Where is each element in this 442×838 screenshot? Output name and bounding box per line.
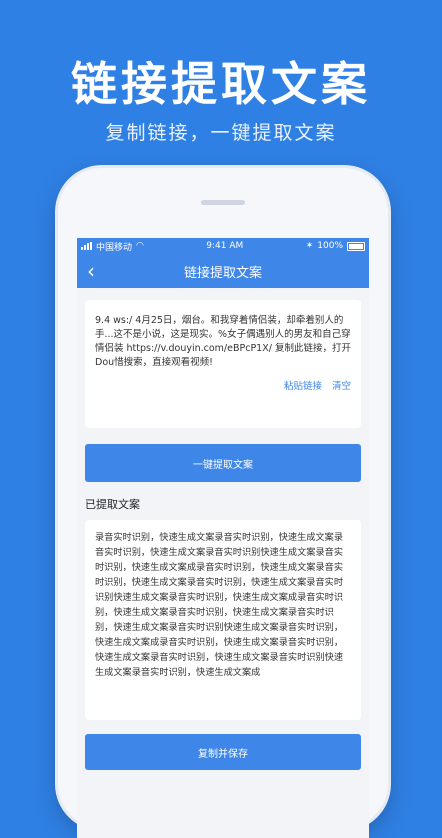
promo-title: 链接提取文案 [71, 57, 371, 111]
app-screen: 中国移动 ◠ 9:41 AM ✶ 100% ‹ 链接提取文案 9.4 ws:/ … [77, 238, 369, 838]
extract-button[interactable]: 一键提取文案 [85, 444, 361, 482]
wifi-icon: ◠ [136, 241, 144, 251]
link-input-card[interactable]: 9.4 ws:/ 4月25日，烟台。和我穿着情侣装，却牵着别人的手...这不是小… [85, 300, 361, 428]
phone-frame: 中国移动 ◠ 9:41 AM ✶ 100% ‹ 链接提取文案 9.4 ws:/ … [58, 168, 388, 838]
result-text: 录音实时识别，快速生成文案录音实时识别，快速生成文案录音实时识别，快速生成文案录… [95, 532, 344, 678]
nav-title: 链接提取文案 [183, 265, 262, 281]
promo-subtitle: 复制链接，一键提取文案 [105, 122, 337, 144]
phone-speaker [201, 200, 245, 205]
copy-save-button[interactable]: 复制并保存 [85, 734, 361, 770]
clear-button[interactable]: 清空 [332, 380, 351, 394]
nav-bar: ‹ 链接提取文案 [77, 254, 369, 288]
battery-percent: 100% [317, 241, 343, 251]
battery-icon [347, 241, 365, 251]
result-text-card: 录音实时识别，快速生成文案录音实时识别，快速生成文案录音实时识别，快速生成文案录… [85, 520, 361, 720]
bluetooth-icon: ✶ [305, 241, 314, 251]
carrier-label: 中国移动 [96, 242, 133, 253]
status-bar: 中国移动 ◠ 9:41 AM ✶ 100% [77, 238, 369, 254]
paste-link-button[interactable]: 粘贴链接 [284, 380, 322, 394]
link-input-text[interactable]: 9.4 ws:/ 4月25日，烟台。和我穿着情侣装，却牵着别人的手...这不是小… [95, 314, 351, 370]
result-heading: 已提取文案 [85, 498, 140, 511]
status-time: 9:41 AM [206, 241, 244, 251]
back-chevron-icon[interactable]: ‹ [87, 259, 95, 283]
signal-icon [81, 242, 92, 250]
